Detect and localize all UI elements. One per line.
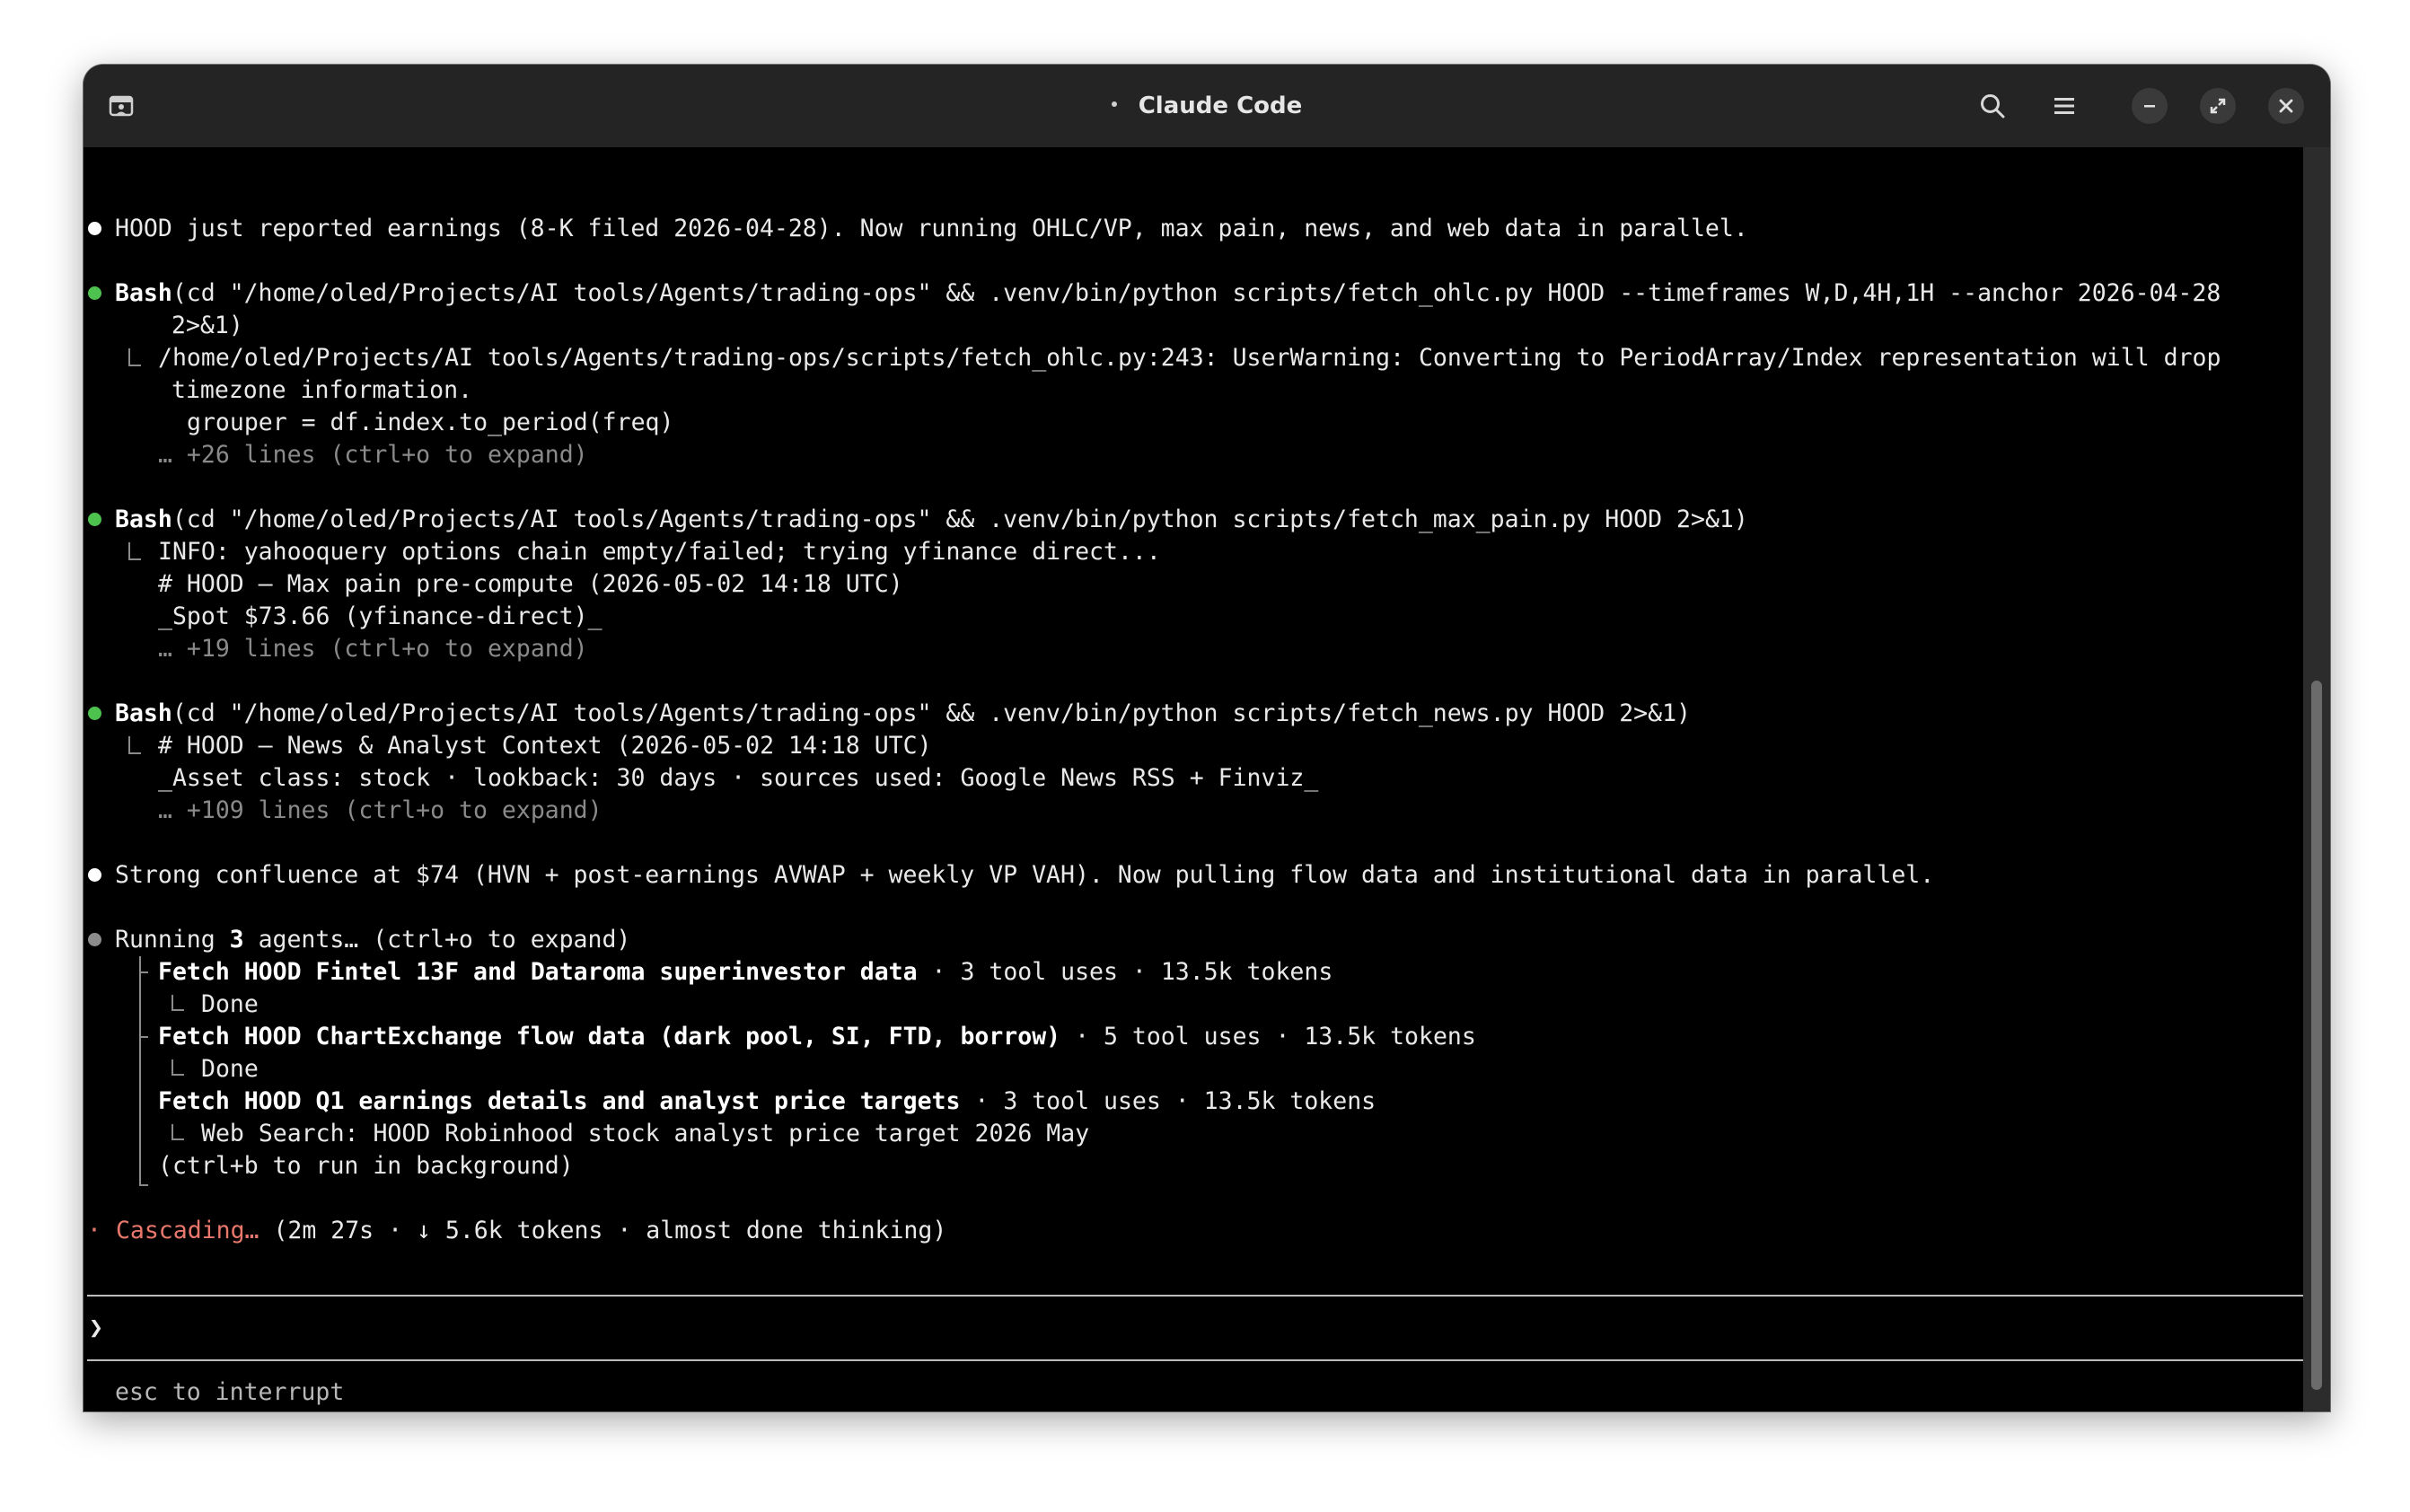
tool-output-line: timezone information. — [172, 376, 473, 404]
tree-connector — [172, 1138, 184, 1140]
titlebar: Claude Code — [84, 65, 2330, 147]
message-bullet — [88, 868, 101, 882]
agent-status: Done — [201, 1055, 259, 1083]
tool-output-line: _Spot $73.66 (yfinance-direct)_ — [158, 602, 602, 630]
tool-success-bullet — [88, 286, 101, 300]
agent-status: Web Search: HOOD Robinhood stock analyst… — [201, 1120, 1090, 1147]
tool-output-line: grouper = df.index.to_period(freq) — [187, 409, 674, 436]
input-bottom-border — [87, 1359, 2303, 1361]
footer-hint: esc to interrupt — [115, 1378, 345, 1406]
search-button[interactable] — [1976, 90, 2009, 122]
tree-connector — [172, 1009, 184, 1011]
tool-call-line: Bash(cd "/home/oled/Projects/AI tools/Ag… — [115, 277, 2221, 310]
tree-connector — [128, 348, 130, 366]
title-indicator-dot — [1111, 101, 1117, 107]
tool-success-bullet — [88, 707, 101, 720]
hamburger-menu-icon — [2054, 98, 2074, 114]
spinner-detail: (2m 27s · ↓ 5.6k tokens · almost done th… — [259, 1217, 947, 1244]
status-spinner-line: · Cascading… (2m 27s · ↓ 5.6k tokens · a… — [87, 1215, 946, 1247]
agent-status: Done — [201, 990, 259, 1018]
spinner-label: Cascading… — [115, 1217, 259, 1244]
tree-connector — [128, 558, 141, 560]
prompt-symbol: ❯ — [89, 1314, 103, 1341]
tool-name: Bash — [115, 699, 172, 727]
search-icon — [1981, 94, 2005, 119]
message-bullet — [88, 222, 101, 235]
expand-hint[interactable]: … +19 lines (ctrl+o to expand) — [158, 633, 588, 665]
tool-command-cont: 2>&1) — [172, 312, 243, 339]
terminal-window: Claude Code HOOD just reported earnings … — [84, 65, 2330, 1411]
minimize-icon — [2144, 105, 2155, 108]
close-icon — [2279, 99, 2293, 113]
menu-button[interactable] — [2048, 90, 2080, 122]
tool-command: (cd "/home/oled/Projects/AI tools/Agents… — [172, 279, 2221, 307]
tool-call-line: Bash(cd "/home/oled/Projects/AI tools/Ag… — [115, 504, 1748, 536]
agent-item[interactable]: Fetch HOOD Fintel 13F and Dataroma super… — [158, 956, 1333, 989]
expand-hint[interactable]: … +109 lines (ctrl+o to expand) — [158, 795, 602, 827]
maximize-button[interactable] — [2200, 88, 2236, 124]
tool-output-line: # HOOD — Max pain pre-compute (2026-05-0… — [158, 570, 903, 598]
minimize-button[interactable] — [2132, 88, 2168, 124]
spinner-glyph: · — [87, 1217, 101, 1244]
agents-header[interactable]: Running 3 agents… (ctrl+o to expand) — [115, 924, 630, 956]
expand-hint[interactable]: … +26 lines (ctrl+o to expand) — [158, 439, 588, 471]
tree-connector — [139, 1184, 148, 1186]
agents-count: 3 — [229, 926, 244, 954]
tree-connector — [128, 752, 141, 754]
tool-output-line: /home/oled/Projects/AI tools/Agents/trad… — [158, 344, 2221, 372]
agent-title: Fetch HOOD ChartExchange flow data (dark… — [158, 1023, 1061, 1050]
tree-connector — [128, 365, 141, 366]
agent-stats: · 3 tool uses · 13.5k tokens — [960, 1087, 1377, 1115]
agent-stats: · 5 tool uses · 13.5k tokens — [1060, 1023, 1476, 1050]
tree-connector — [128, 736, 130, 754]
background-hint: (ctrl+b to run in background) — [158, 1152, 574, 1180]
window-title: Claude Code — [1138, 92, 1303, 119]
maximize-icon — [2210, 98, 2226, 114]
assistant-message: Strong confluence at $74 (HVN + post-ear… — [115, 861, 1935, 889]
tool-command: (cd "/home/oled/Projects/AI tools/Agents… — [172, 699, 1691, 727]
tree-connector — [128, 542, 130, 560]
agent-stats: · 3 tool uses · 13.5k tokens — [917, 958, 1333, 986]
tool-name: Bash — [115, 505, 172, 533]
close-button[interactable] — [2268, 88, 2304, 124]
agents-header-suffix: agents… (ctrl+o to expand) — [243, 926, 631, 954]
tool-output-line: # HOOD — News & Analyst Context (2026-05… — [158, 732, 932, 760]
assistant-message: HOOD just reported earnings (8-K filed 2… — [115, 215, 1748, 242]
agent-tree-trunk — [139, 956, 141, 1186]
tree-connector — [139, 1036, 148, 1038]
tool-output-line: _Asset class: stock · lookback: 30 days … — [158, 764, 1319, 792]
tool-call-line: Bash(cd "/home/oled/Projects/AI tools/Ag… — [115, 698, 1691, 730]
input-top-border — [87, 1295, 2303, 1297]
tool-name: Bash — [115, 279, 172, 307]
tool-output-line: INFO: yahooquery options chain empty/fai… — [158, 538, 1161, 566]
tool-command: (cd "/home/oled/Projects/AI tools/Agents… — [172, 505, 1748, 533]
scrollbar[interactable] — [2303, 147, 2330, 1411]
agent-title: Fetch HOOD Q1 earnings details and analy… — [158, 1087, 961, 1115]
agent-title: Fetch HOOD Fintel 13F and Dataroma super… — [158, 958, 918, 986]
tool-success-bullet — [88, 513, 101, 526]
agent-item[interactable]: Fetch HOOD Q1 earnings details and analy… — [158, 1086, 1376, 1118]
agents-header-prefix: Running — [115, 926, 230, 954]
tree-connector — [172, 1074, 184, 1076]
tree-connector — [139, 971, 148, 973]
prompt-line[interactable]: ❯ — [89, 1312, 118, 1344]
agents-running-bullet — [88, 933, 101, 946]
scrollbar-thumb[interactable] — [2311, 681, 2322, 1390]
terminal-output[interactable]: HOOD just reported earnings (8-K filed 2… — [84, 147, 2303, 1411]
agent-item[interactable]: Fetch HOOD ChartExchange flow data (dark… — [158, 1021, 1476, 1053]
